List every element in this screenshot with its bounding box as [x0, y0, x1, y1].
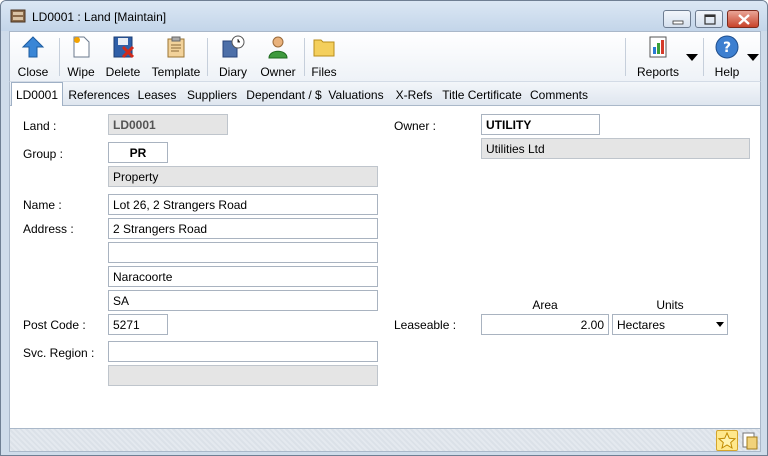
wipe-label: Wipe: [67, 65, 95, 79]
toolbar: Close Wipe Delete Template Diary Owner F…: [9, 31, 761, 81]
template-label: Template: [151, 65, 201, 79]
tab-leases[interactable]: Leases: [136, 84, 178, 106]
diary-label: Diary: [218, 65, 247, 79]
wipe-button[interactable]: Wipe: [61, 32, 101, 82]
postcode-field[interactable]: 5271: [108, 314, 168, 335]
svc-region-label: Svc. Region :: [23, 346, 95, 360]
folder-icon: [313, 39, 335, 57]
title-bar: LD0001 : Land [Maintain]: [1, 1, 767, 31]
close-icon: [738, 14, 750, 25]
minimize-button[interactable]: [663, 10, 691, 28]
toolbar-separator: [59, 38, 60, 76]
form-panel: Land : LD0001 Group : PR Property Name :…: [9, 106, 761, 428]
maximize-button[interactable]: [695, 10, 723, 28]
tab-ld0001[interactable]: LD0001: [11, 82, 63, 107]
window-title: LD0001 : Land [Maintain]: [32, 10, 167, 24]
delete-label: Delete: [105, 65, 141, 79]
minimize-icon: [672, 20, 684, 25]
units-header: Units: [656, 298, 684, 312]
close-label: Close: [17, 65, 49, 79]
toolbar-separator: [703, 38, 704, 76]
help-button[interactable]: ? Help: [709, 32, 745, 82]
clipboard-icon: [167, 36, 185, 58]
diary-button[interactable]: Diary: [214, 32, 252, 82]
delete-button[interactable]: Delete: [102, 32, 144, 82]
reports-button[interactable]: Reports: [632, 32, 684, 82]
owner-code-field[interactable]: UTILITY: [481, 114, 600, 135]
svc-region-field[interactable]: [108, 341, 378, 362]
files-label: Files: [311, 65, 337, 79]
help-dropdown-arrow[interactable]: [747, 54, 759, 61]
toolbar-separator: [304, 38, 305, 76]
help-label: Help: [714, 65, 740, 79]
up-arrow-icon: [21, 36, 45, 58]
close-window-button[interactable]: [727, 10, 759, 28]
postcode-label: Post Code :: [23, 318, 86, 332]
svg-text:?: ?: [723, 40, 731, 56]
address-line-2-field[interactable]: [108, 242, 378, 263]
reports-label: Reports: [636, 65, 680, 79]
tab-bar: LD0001 References Leases Suppliers Depen…: [9, 81, 761, 107]
name-label: Name :: [23, 198, 62, 212]
cabinet-icon: [10, 9, 26, 23]
address-line-4-field[interactable]: SA: [108, 290, 378, 311]
chevron-down-icon: [716, 322, 724, 327]
files-button[interactable]: Files: [309, 32, 339, 82]
name-field[interactable]: Lot 26, 2 Strangers Road: [108, 194, 378, 215]
tab-title-certificate[interactable]: Title Certificate: [440, 84, 524, 106]
land-label: Land :: [23, 119, 57, 133]
owner-button[interactable]: Owner: [256, 32, 300, 82]
notes-icon: [742, 432, 758, 450]
new-document-icon: [73, 36, 90, 58]
toolbar-separator: [207, 38, 208, 76]
group-description: Property: [108, 166, 378, 187]
area-header: Area: [532, 298, 558, 312]
svc-region-description: [108, 365, 378, 386]
delete-floppy-icon: [113, 36, 135, 59]
leaseable-label: Leaseable :: [394, 318, 457, 332]
owner-name: Utilities Ltd: [481, 138, 750, 159]
favorite-star-icon: [717, 431, 737, 450]
tab-valuations[interactable]: Valuations: [326, 84, 386, 106]
tab-references[interactable]: References: [67, 84, 131, 106]
template-button[interactable]: Template: [149, 32, 203, 82]
main-window: LD0001 : Land [Maintain] Close Wipe Dele…: [0, 0, 768, 456]
favorite-button[interactable]: [716, 430, 738, 451]
tab-suppliers[interactable]: Suppliers: [184, 84, 240, 106]
units-value: Hectares: [617, 318, 666, 332]
toolbar-separator: [625, 38, 626, 76]
tab-x-refs[interactable]: X-Refs: [394, 84, 434, 106]
group-label: Group :: [23, 147, 64, 161]
tab-dependant[interactable]: Dependant / $: [246, 84, 322, 106]
owner-label: Owner: [260, 65, 296, 79]
notes-button[interactable]: [741, 431, 759, 450]
group-code-field[interactable]: PR: [108, 142, 168, 163]
address-line-3-field[interactable]: Naracoorte: [108, 266, 378, 287]
land-code-field: LD0001: [108, 114, 228, 135]
person-icon: [268, 36, 288, 59]
report-chart-icon: [649, 36, 667, 58]
help-icon: ?: [715, 35, 739, 59]
address-label: Address :: [23, 222, 74, 236]
tab-comments[interactable]: Comments: [528, 84, 590, 106]
status-bar: [9, 428, 761, 452]
units-select[interactable]: Hectares: [612, 314, 728, 335]
address-line-1-field[interactable]: 2 Strangers Road: [108, 218, 378, 239]
reports-dropdown-arrow[interactable]: [686, 54, 698, 61]
area-field[interactable]: 2.00: [481, 314, 609, 335]
owner-label: Owner :: [394, 119, 437, 133]
maximize-icon: [704, 14, 716, 25]
diary-clock-icon: [222, 35, 245, 58]
close-button[interactable]: Close: [10, 32, 56, 82]
